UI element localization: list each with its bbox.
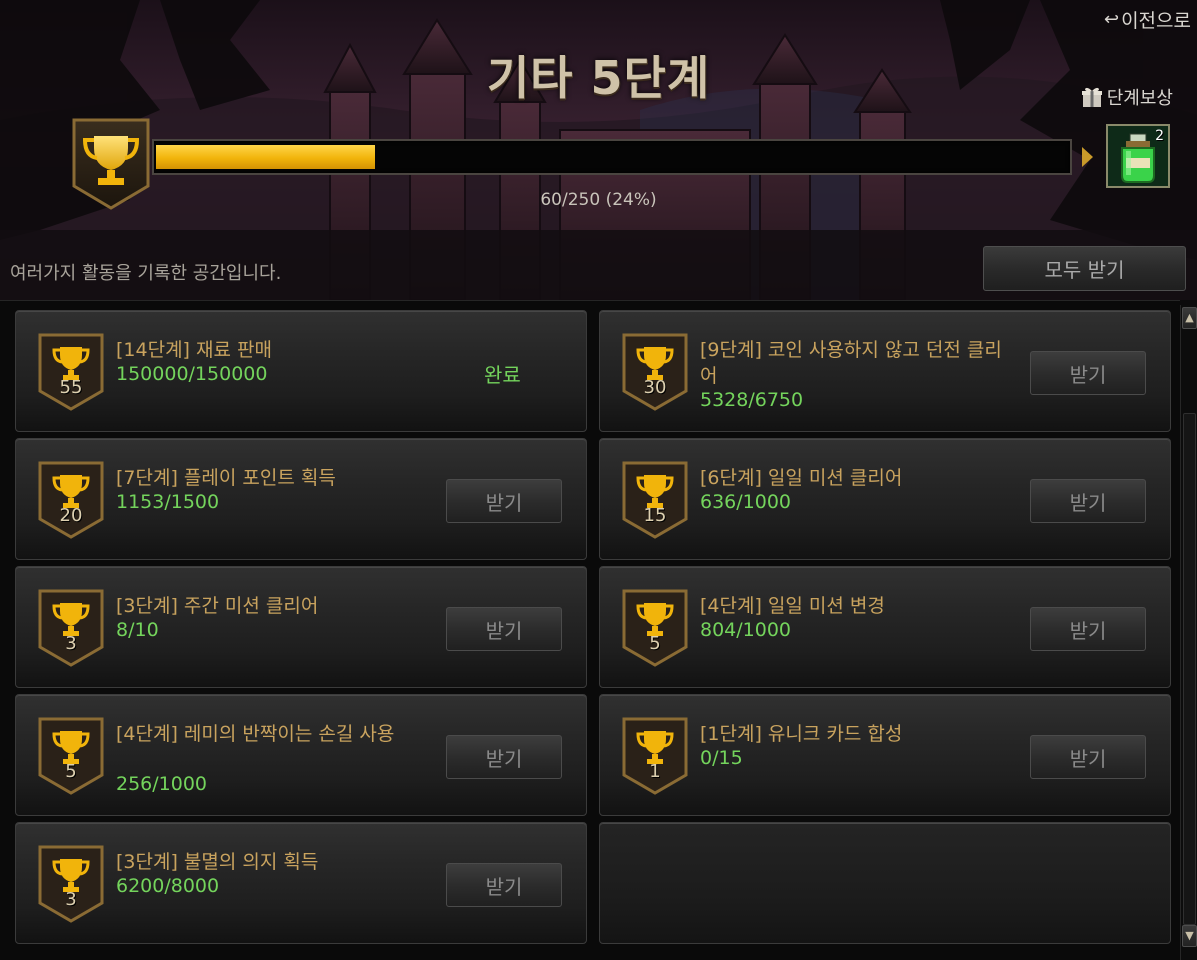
achievement-title: [9단계] 코인 사용하지 않고 던전 클리어 (700, 339, 1002, 387)
achievement-points: 15 (643, 505, 667, 526)
trophy-icon (622, 461, 688, 539)
scroll-up-button[interactable]: ▲ (1182, 307, 1197, 329)
achievement-points: 55 (59, 377, 83, 398)
claim-button[interactable]: 받기 (1030, 735, 1146, 779)
achievement-progress: 8/10 (116, 619, 159, 641)
achievement-window: ↩ 이전으로 기타 5단계 60/250 (24%) 단계보상 2 여러가지 활… (0, 0, 1197, 960)
claim-all-button[interactable]: 모두 받기 (983, 246, 1186, 291)
trophy-icon (622, 717, 688, 795)
completed-status: 완료 (484, 363, 521, 387)
reward-count: 2 (1155, 128, 1164, 144)
scrollbar[interactable]: ▲ ▼ (1180, 305, 1197, 960)
achievement-progress: 5328/6750 (700, 389, 804, 411)
achievement-card: 3 [3단계] 불멸의 의지 획득 6200/8000 받기 (15, 822, 587, 944)
page-title: 기타 5단계 (486, 51, 711, 105)
achievement-progress: 150000/150000 (116, 363, 268, 385)
achievement-card: 3 [3단계] 주간 미션 클리어 8/10 받기 (15, 566, 587, 688)
claim-button[interactable]: 받기 (1030, 479, 1146, 523)
trophy-icon (38, 461, 104, 539)
achievement-title: [3단계] 주간 미션 클리어 (116, 595, 319, 617)
achievement-title: [4단계] 레미의 반짝이는 손길 사용 (116, 723, 395, 745)
achievement-card: 20 [7단계] 플레이 포인트 획득 1153/1500 받기 (15, 438, 587, 560)
stage-reward-item[interactable]: 2 (1106, 124, 1170, 188)
progress-arrow-icon (1082, 147, 1093, 167)
back-label: 이전으로 (1121, 10, 1191, 32)
trophy-icon (38, 589, 104, 667)
return-arrow-icon: ↩ (1103, 9, 1120, 30)
achievement-card: 30 [9단계] 코인 사용하지 않고 던전 클리어 5328/6750 받기 (599, 310, 1171, 432)
empty-slot (599, 822, 1171, 944)
claim-button[interactable]: 받기 (446, 479, 562, 523)
description-text: 여러가지 활동을 기록한 공간입니다. (10, 263, 282, 284)
achievement-title: [1단계] 유니크 카드 합성 (700, 723, 903, 745)
stage-reward-label: 단계보상 (1106, 88, 1173, 109)
achievement-points: 5 (649, 633, 661, 654)
achievement-points: 30 (643, 377, 667, 398)
achievement-list: 55 [14단계] 재료 판매 150000/150000 완료 30 [9단계] 코인 … (0, 300, 1180, 960)
achievement-progress: 0/15 (700, 747, 743, 769)
claim-button[interactable]: 받기 (446, 607, 562, 651)
back-button[interactable]: ↩ 이전으로 (1104, 6, 1191, 33)
achievement-title: [4단계] 일일 미션 변경 (700, 595, 885, 617)
achievement-card: 1 [1단계] 유니크 카드 합성 0/15 받기 (599, 694, 1171, 816)
header-banner: ↩ 이전으로 기타 5단계 60/250 (24%) 단계보상 2 여러가지 활… (0, 0, 1197, 300)
gift-icon (1081, 87, 1102, 107)
trophy-icon (38, 717, 104, 795)
stage-progress-bar (152, 139, 1072, 175)
claim-button[interactable]: 받기 (1030, 351, 1146, 395)
trophy-icon (622, 589, 688, 667)
achievement-title: [14단계] 재료 판매 (116, 339, 272, 361)
achievement-card: 5 [4단계] 일일 미션 변경 804/1000 받기 (599, 566, 1171, 688)
achievement-card: 15 [6단계] 일일 미션 클리어 636/1000 받기 (599, 438, 1171, 560)
stage-progress-text: 60/250 (24%) (540, 190, 657, 210)
claim-button[interactable]: 받기 (446, 735, 562, 779)
achievement-title: [6단계] 일일 미션 클리어 (700, 467, 903, 489)
achievement-points: 3 (65, 889, 77, 910)
achievement-progress: 1153/1500 (116, 491, 220, 513)
achievement-points: 3 (65, 633, 77, 654)
claim-button[interactable]: 받기 (1030, 607, 1146, 651)
achievement-title: [3단계] 불멸의 의지 획득 (116, 851, 319, 873)
achievement-progress: 636/1000 (700, 491, 792, 513)
scroll-down-button[interactable]: ▼ (1182, 925, 1197, 947)
claim-button[interactable]: 받기 (446, 863, 562, 907)
trophy-icon (38, 845, 104, 923)
trophy-icon (622, 333, 688, 411)
achievement-points: 20 (59, 505, 83, 526)
scroll-thumb[interactable] (1183, 413, 1196, 925)
achievement-progress: 256/1000 (116, 773, 208, 795)
achievement-progress: 6200/8000 (116, 875, 220, 897)
achievement-progress: 804/1000 (700, 619, 792, 641)
achievement-card: 55 [14단계] 재료 판매 150000/150000 완료 (15, 310, 587, 432)
stage-reward-button[interactable]: 단계보상 (1081, 84, 1173, 110)
trophy-icon (38, 333, 104, 411)
achievement-points: 5 (65, 761, 77, 782)
achievement-points: 1 (649, 761, 661, 782)
achievement-card: 5 [4단계] 레미의 반짝이는 손길 사용 256/1000 받기 (15, 694, 587, 816)
stage-progress-fill (156, 145, 375, 169)
achievement-title: [7단계] 플레이 포인트 획득 (116, 467, 336, 489)
